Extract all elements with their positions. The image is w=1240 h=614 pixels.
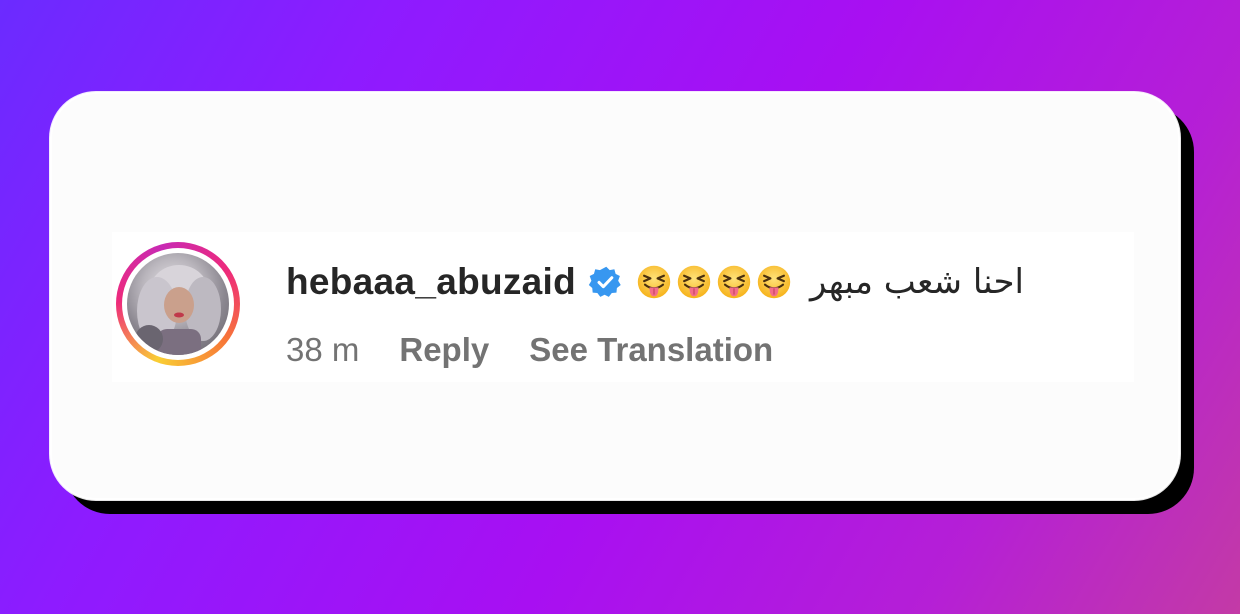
comment-card: hebaaa_abuzaid احنا شعب مبهر 38 m Reply …	[50, 92, 1180, 500]
comment-meta: 38 m Reply See Translation	[286, 328, 773, 372]
comment-card-container: hebaaa_abuzaid احنا شعب مبهر 38 m Reply …	[50, 92, 1194, 514]
squinting-face-with-tongue-icon	[636, 264, 672, 300]
timestamp: 38 m	[286, 331, 360, 368]
squinting-face-with-tongue-icon	[756, 264, 792, 300]
squinting-face-with-tongue-icon	[716, 264, 752, 300]
squinting-face-with-tongue-icon	[676, 264, 712, 300]
avatar-image	[135, 265, 221, 355]
see-translation-button[interactable]: See Translation	[529, 331, 773, 369]
verified-badge-icon	[588, 265, 622, 299]
emoji-group	[636, 264, 792, 300]
comment-text: احنا شعب مبهر	[810, 262, 1024, 302]
avatar[interactable]	[127, 253, 229, 355]
reply-button[interactable]: Reply	[399, 331, 489, 369]
avatar-gap	[122, 248, 234, 360]
comment: hebaaa_abuzaid احنا شعب مبهر 38 m Reply …	[112, 232, 1134, 382]
comment-line: hebaaa_abuzaid احنا شعب مبهر	[286, 252, 1024, 312]
story-ring[interactable]	[116, 242, 240, 366]
username-link[interactable]: hebaaa_abuzaid	[286, 261, 576, 303]
